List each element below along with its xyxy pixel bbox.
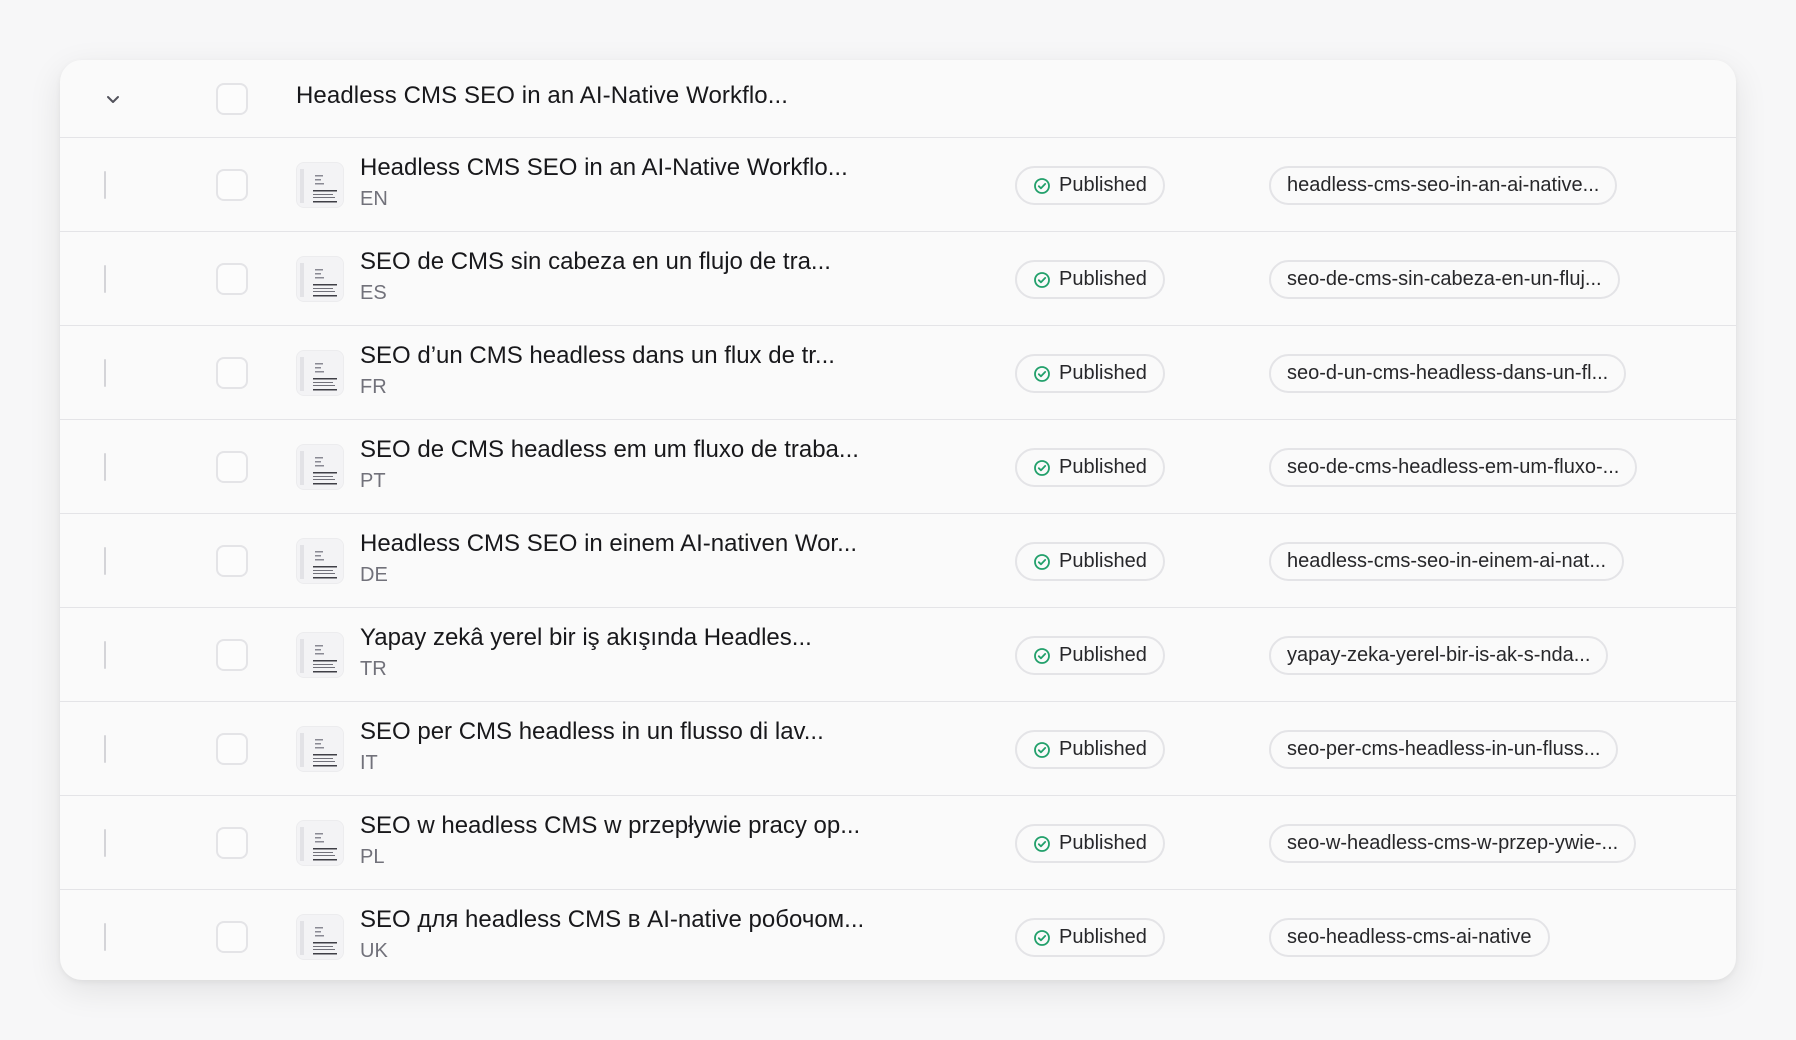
- row-language: FR: [360, 376, 387, 398]
- table-row[interactable]: SEO de CMS headless em um fluxo de traba…: [60, 420, 1736, 514]
- status-label: Published: [1059, 456, 1147, 478]
- row-language: TR: [360, 658, 387, 680]
- slug-badge[interactable]: seo-de-cms-headless-em-um-fluxo-...: [1269, 448, 1638, 487]
- drag-handle[interactable]: [104, 547, 106, 575]
- row-language: UK: [360, 940, 388, 962]
- group-header-row[interactable]: Headless CMS SEO in an AI-Native Workflo…: [60, 60, 1736, 138]
- drag-handle[interactable]: [104, 829, 106, 857]
- row-select-checkbox[interactable]: [216, 169, 248, 201]
- slug-badge[interactable]: headless-cms-seo-in-an-ai-native...: [1269, 166, 1618, 205]
- slug-badge[interactable]: seo-de-cms-sin-cabeza-en-un-fluj...: [1269, 260, 1620, 299]
- row-title[interactable]: SEO de CMS sin cabeza en un flujo de tra…: [360, 248, 831, 276]
- table-row[interactable]: SEO w headless CMS w przepływie pracy op…: [60, 796, 1736, 890]
- status-badge: Published: [1015, 824, 1165, 863]
- row-title[interactable]: SEO w headless CMS w przepływie pracy op…: [360, 812, 860, 840]
- status-badge: Published: [1015, 542, 1165, 581]
- row-select-checkbox[interactable]: [216, 921, 248, 953]
- status-label: Published: [1059, 174, 1147, 196]
- check-circle-icon: [1034, 177, 1050, 194]
- row-select-checkbox[interactable]: [216, 733, 248, 765]
- slug-badge[interactable]: seo-d-un-cms-headless-dans-un-fl...: [1269, 354, 1627, 393]
- table-row[interactable]: SEO per CMS headless in un flusso di lav…: [60, 702, 1736, 796]
- document-thumbnail-icon: [296, 632, 344, 678]
- status-badge: Published: [1015, 730, 1165, 769]
- status-label: Published: [1059, 738, 1147, 760]
- table-row[interactable]: Yapay zekâ yerel bir iş akışında Headles…: [60, 608, 1736, 702]
- check-circle-icon: [1034, 553, 1050, 570]
- chevron-down-icon[interactable]: [100, 86, 126, 112]
- row-language: DE: [360, 564, 388, 586]
- row-title[interactable]: SEO d’un CMS headless dans un flux de tr…: [360, 342, 835, 370]
- status-badge: Published: [1015, 260, 1165, 299]
- group-select-checkbox[interactable]: [216, 83, 248, 115]
- status-label: Published: [1059, 644, 1147, 666]
- status-badge: Published: [1015, 166, 1165, 205]
- drag-handle[interactable]: [104, 453, 106, 481]
- status-label: Published: [1059, 362, 1147, 384]
- slug-badge[interactable]: seo-w-headless-cms-w-przep-ywie-...: [1269, 824, 1637, 863]
- row-language: PL: [360, 846, 385, 868]
- document-thumbnail-icon: [296, 256, 344, 302]
- check-circle-icon: [1034, 271, 1050, 288]
- row-select-checkbox[interactable]: [216, 639, 248, 671]
- drag-handle[interactable]: [104, 923, 106, 951]
- check-circle-icon: [1034, 459, 1050, 476]
- group-title: Headless CMS SEO in an AI-Native Workflo…: [296, 82, 789, 109]
- row-select-checkbox[interactable]: [216, 263, 248, 295]
- row-select-checkbox[interactable]: [216, 827, 248, 859]
- status-badge: Published: [1015, 918, 1165, 957]
- slug-badge[interactable]: seo-per-cms-headless-in-un-fluss...: [1269, 730, 1619, 769]
- table-row[interactable]: Headless CMS SEO in an AI-Native Workflo…: [60, 138, 1736, 232]
- status-badge: Published: [1015, 636, 1165, 675]
- row-language: EN: [360, 188, 388, 210]
- table-row[interactable]: SEO для headless CMS в AI-native робочом…: [60, 890, 1736, 980]
- document-thumbnail-icon: [296, 444, 344, 490]
- drag-handle[interactable]: [104, 265, 106, 293]
- document-thumbnail-icon: [296, 538, 344, 584]
- row-title[interactable]: SEO для headless CMS в AI-native робочом…: [360, 906, 864, 934]
- row-select-checkbox[interactable]: [216, 357, 248, 389]
- status-label: Published: [1059, 926, 1147, 948]
- drag-handle[interactable]: [104, 735, 106, 763]
- row-title[interactable]: SEO de CMS headless em um fluxo de traba…: [360, 436, 859, 464]
- document-thumbnail-icon: [296, 350, 344, 396]
- status-badge: Published: [1015, 354, 1165, 393]
- table-row[interactable]: SEO de CMS sin cabeza en un flujo de tra…: [60, 232, 1736, 326]
- row-language: ES: [360, 282, 387, 304]
- document-thumbnail-icon: [296, 914, 344, 960]
- document-thumbnail-icon: [296, 162, 344, 208]
- drag-handle[interactable]: [104, 171, 106, 199]
- check-circle-icon: [1034, 929, 1050, 946]
- row-language: IT: [360, 752, 378, 774]
- check-circle-icon: [1034, 741, 1050, 758]
- row-title[interactable]: Headless CMS SEO in einem AI-nativen Wor…: [360, 530, 857, 558]
- check-circle-icon: [1034, 835, 1050, 852]
- slug-badge[interactable]: seo-headless-cms-ai-native: [1269, 918, 1550, 957]
- status-label: Published: [1059, 268, 1147, 290]
- slug-badge[interactable]: headless-cms-seo-in-einem-ai-nat...: [1269, 542, 1625, 581]
- table-row[interactable]: Headless CMS SEO in einem AI-nativen Wor…: [60, 514, 1736, 608]
- translation-rows: Headless CMS SEO in an AI-Native Workflo…: [60, 138, 1736, 980]
- row-select-checkbox[interactable]: [216, 545, 248, 577]
- slug-badge[interactable]: yapay-zeka-yerel-bir-is-ak-s-nda...: [1269, 636, 1609, 675]
- check-circle-icon: [1034, 365, 1050, 382]
- drag-handle[interactable]: [104, 641, 106, 669]
- status-label: Published: [1059, 550, 1147, 572]
- document-thumbnail-icon: [296, 820, 344, 866]
- drag-handle[interactable]: [104, 359, 106, 387]
- document-thumbnail-icon: [296, 726, 344, 772]
- row-title[interactable]: SEO per CMS headless in un flusso di lav…: [360, 718, 824, 746]
- translations-table: Headless CMS SEO in an AI-Native Workflo…: [60, 60, 1736, 980]
- table-row[interactable]: SEO d’un CMS headless dans un flux de tr…: [60, 326, 1736, 420]
- check-circle-icon: [1034, 647, 1050, 664]
- row-title[interactable]: Headless CMS SEO in an AI-Native Workflo…: [360, 154, 848, 182]
- row-title[interactable]: Yapay zekâ yerel bir iş akışında Headles…: [360, 624, 812, 652]
- row-language: PT: [360, 470, 386, 492]
- status-label: Published: [1059, 832, 1147, 854]
- row-select-checkbox[interactable]: [216, 451, 248, 483]
- status-badge: Published: [1015, 448, 1165, 487]
